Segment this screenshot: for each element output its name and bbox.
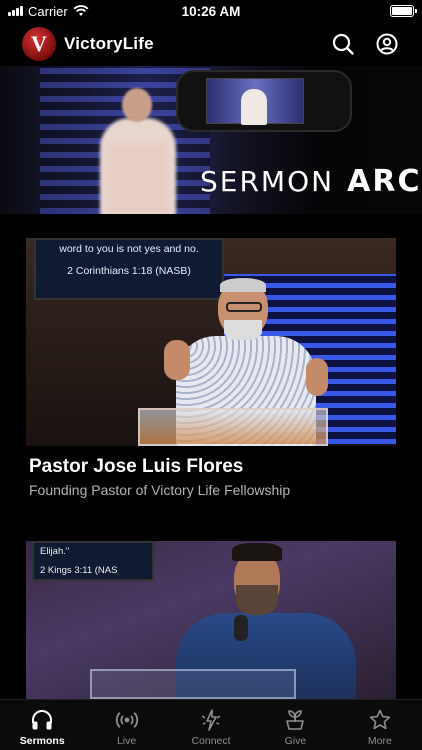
banner-caption-thin: SERMON <box>200 165 335 198</box>
banner-podium <box>108 144 168 214</box>
speaker-card[interactable]: word to you is not yes and no. 2 Corinth… <box>26 238 396 498</box>
star-icon <box>369 709 391 730</box>
podium <box>138 408 328 446</box>
scripture-text: Elijah." <box>40 546 70 557</box>
status-bar: Carrier 10:26 AM <box>0 0 422 22</box>
profile-button[interactable] <box>374 31 400 57</box>
tab-label: Live <box>116 735 137 747</box>
speaker-name: Pastor Jose Luis Flores <box>29 456 244 477</box>
app-logo: V <box>22 27 56 61</box>
camera-screen <box>206 78 304 125</box>
tab-live[interactable]: Live <box>84 700 168 750</box>
scripture-text: word to you is not yes and no. <box>59 243 199 255</box>
tab-label: Sermons <box>19 735 65 747</box>
tab-bar: Sermons Live Connect Give More <box>0 699 422 750</box>
microphone <box>234 615 248 641</box>
sermon-archive-banner[interactable]: SERMON ARCHIVE <box>0 66 422 214</box>
tab-connect[interactable]: Connect <box>169 700 253 750</box>
tab-give[interactable]: Give <box>253 700 337 750</box>
camera-image <box>176 70 352 132</box>
tab-label: Give <box>284 735 307 747</box>
search-icon <box>332 33 354 55</box>
battery-icon <box>390 5 417 17</box>
signal-icon <box>8 6 23 16</box>
scripture-reference: 2 Kings 3:11 (NAS <box>40 565 118 576</box>
banner-caption-bold: ARCHIVE <box>347 164 422 199</box>
carrier-label: Carrier <box>28 3 68 19</box>
banner-caption: SERMON ARCHIVE <box>200 158 422 202</box>
speaker-photo: Elijah." 2 Kings 3:11 (NAS <box>26 541 396 699</box>
search-button[interactable] <box>330 31 356 57</box>
tab-sermons[interactable]: Sermons <box>0 700 84 750</box>
user-circle-icon <box>376 33 398 55</box>
speaker-card[interactable]: Elijah." 2 Kings 3:11 (NAS <box>26 541 396 699</box>
podium <box>90 669 296 699</box>
logo-letter: V <box>31 31 47 56</box>
headphones-icon <box>32 710 53 730</box>
app-title: VictoryLife <box>64 34 154 53</box>
give-plant-icon <box>286 710 305 730</box>
scripture-screen: Elijah." 2 Kings 3:11 (NAS <box>32 541 154 581</box>
status-left: Carrier <box>8 4 148 19</box>
tab-label: More <box>367 735 392 747</box>
scripture-reference: 2 Corinthians 1:18 (NASB) <box>67 265 191 277</box>
app-header: V VictoryLife <box>0 24 422 64</box>
connect-icon <box>201 709 221 731</box>
wifi-icon <box>73 5 89 16</box>
broadcast-icon <box>115 712 138 728</box>
status-right <box>274 5 417 17</box>
tab-more[interactable]: More <box>338 700 422 750</box>
speaker-title: Founding Pastor of Victory Life Fellowsh… <box>29 482 291 498</box>
speaker-photo: word to you is not yes and no. 2 Corinth… <box>26 238 396 446</box>
tab-label: Connect <box>191 735 231 747</box>
status-time: 10:26 AM <box>181 3 241 19</box>
